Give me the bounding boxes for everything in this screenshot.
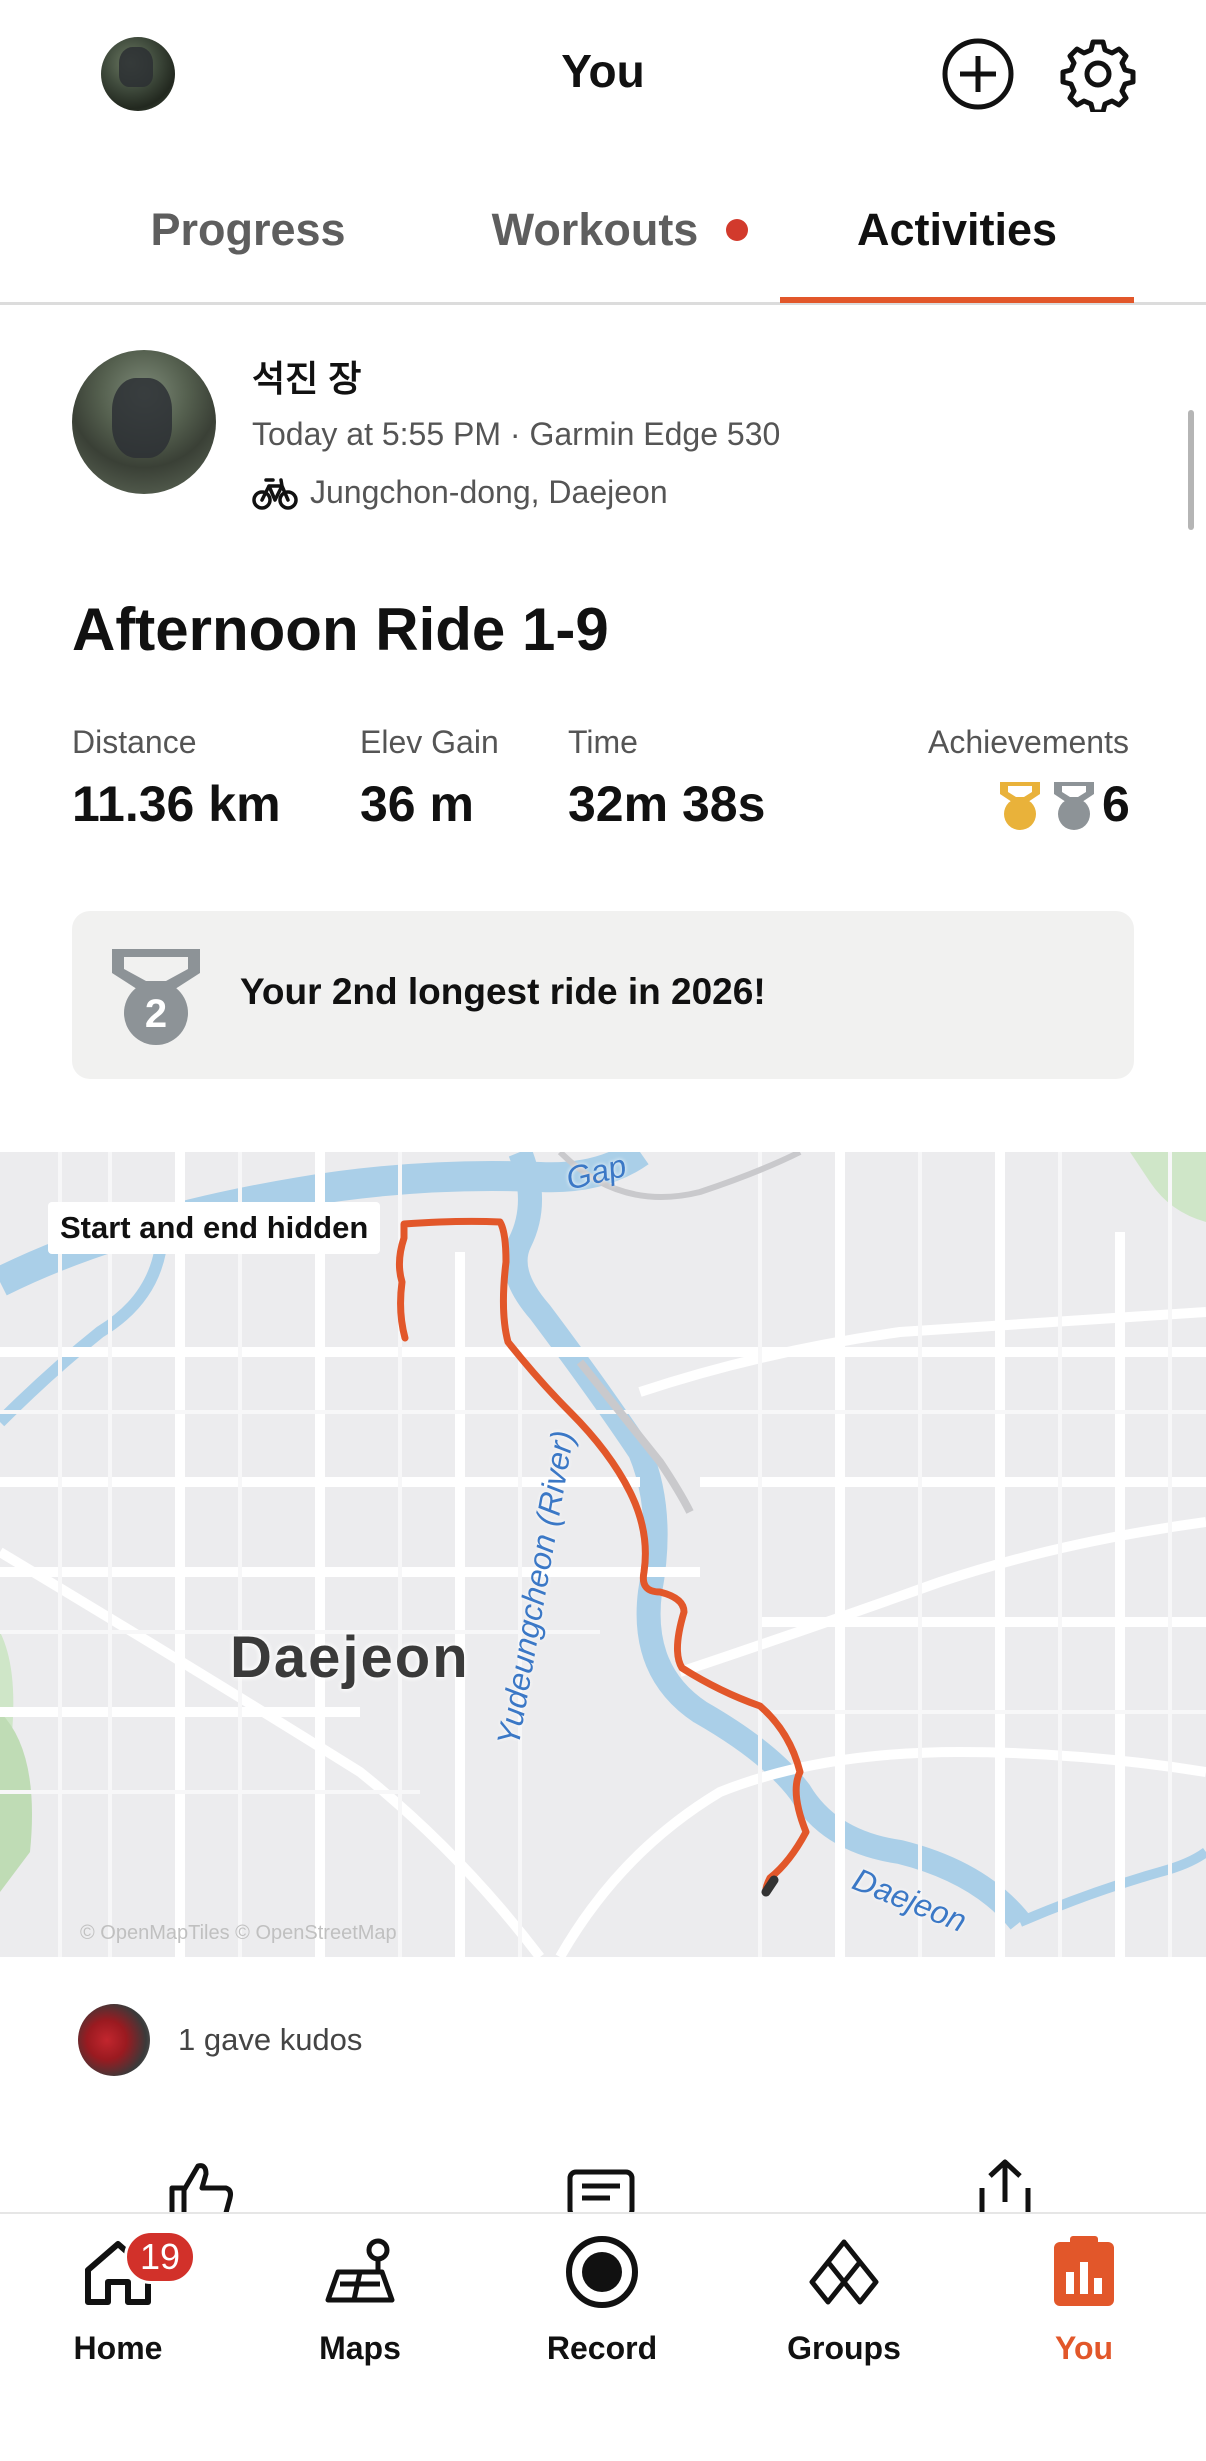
page-title: You (561, 45, 645, 97)
silver-medal-icon: 2 (112, 949, 200, 1045)
highlight-card[interactable]: 2 Your 2nd longest ride in 2026! (72, 911, 1134, 1079)
comment-icon[interactable] (566, 2158, 636, 2218)
route-map[interactable]: Start and end hidden Daejeon Gap Yudeung… (0, 1152, 1206, 1957)
nav-label: You (1054, 2330, 1114, 2366)
highlight-text: Your 2nd longest ride in 2026! (240, 971, 766, 1012)
maps-icon (325, 2238, 395, 2303)
nav-label: Maps (319, 2330, 401, 2366)
notification-badge: 19 (124, 2230, 196, 2284)
stat-label-elev-gain: Elev Gain (360, 724, 499, 760)
stat-value-distance: 11.36 km (72, 776, 281, 832)
activity-meta: Today at 5:55 PM · Garmin Edge 530 (252, 416, 781, 452)
stat-label-time: Time (568, 724, 638, 760)
record-icon (566, 2236, 638, 2308)
nav-home[interactable]: 19 Home (38, 2230, 198, 2392)
scrollbar[interactable] (1188, 410, 1194, 530)
activity-title[interactable]: Afternoon Ride 1-9 (72, 595, 609, 664)
top-bar: You (0, 0, 1206, 150)
nav-record[interactable]: Record (522, 2232, 682, 2392)
tab-label: Activities (856, 204, 1058, 255)
tab-progress[interactable]: Progress (100, 190, 396, 270)
add-icon[interactable] (940, 36, 1016, 112)
stat-label-distance: Distance (72, 724, 197, 760)
kudos-text[interactable]: 1 gave kudos (178, 2022, 362, 2058)
tab-label: Workouts (491, 204, 699, 255)
achievement-count: 6 (1102, 776, 1130, 832)
notification-dot (726, 219, 749, 241)
thumbs-up-icon[interactable] (166, 2158, 236, 2218)
tab-bar: Progress Workouts Activities (0, 180, 1206, 305)
stat-value-elev-gain: 36 m (360, 776, 474, 832)
active-tab-indicator (780, 297, 1134, 303)
city-label: Daejeon (230, 1625, 470, 1690)
stat-value-time: 32m 38s (568, 776, 766, 832)
tab-activities[interactable]: Activities (780, 190, 1134, 270)
silver-medal-icon (1054, 782, 1094, 830)
medal-number: 2 (145, 992, 167, 1036)
privacy-label: Start and end hidden (48, 1202, 381, 1254)
tab-label: Progress (150, 204, 346, 255)
bottom-nav: 19 Home Maps Record Groups You (0, 2212, 1206, 2461)
nav-label: Groups (787, 2330, 901, 2366)
achievement-icons[interactable] (996, 780, 1104, 832)
bike-icon (252, 478, 298, 510)
map-attribution: © OpenMapTiles © OpenStreetMap (80, 1922, 397, 1944)
tab-workouts[interactable]: Workouts (470, 190, 770, 270)
location-text: Jungchon-dong, Daejeon (310, 473, 668, 510)
share-icon[interactable] (970, 2158, 1040, 2218)
nav-label: Record (546, 2330, 658, 2366)
gold-medal-icon (1000, 782, 1040, 830)
kudos-avatar[interactable] (78, 2004, 150, 2076)
athlete-name[interactable]: 석진 장 (252, 350, 361, 402)
groups-icon (809, 2239, 879, 2305)
you-chart-icon (1054, 2236, 1114, 2306)
athlete-avatar[interactable] (72, 350, 216, 494)
nav-you[interactable]: You (1004, 2232, 1164, 2392)
stat-label-achievements: Achievements (928, 724, 1129, 760)
map-tiles (0, 1152, 1206, 1957)
gear-icon[interactable] (1060, 36, 1136, 112)
nav-groups[interactable]: Groups (764, 2232, 924, 2392)
activity-location: Jungchon-dong, Daejeon (252, 472, 668, 512)
nav-label: Home (73, 2330, 163, 2366)
nav-maps[interactable]: Maps (280, 2232, 440, 2392)
